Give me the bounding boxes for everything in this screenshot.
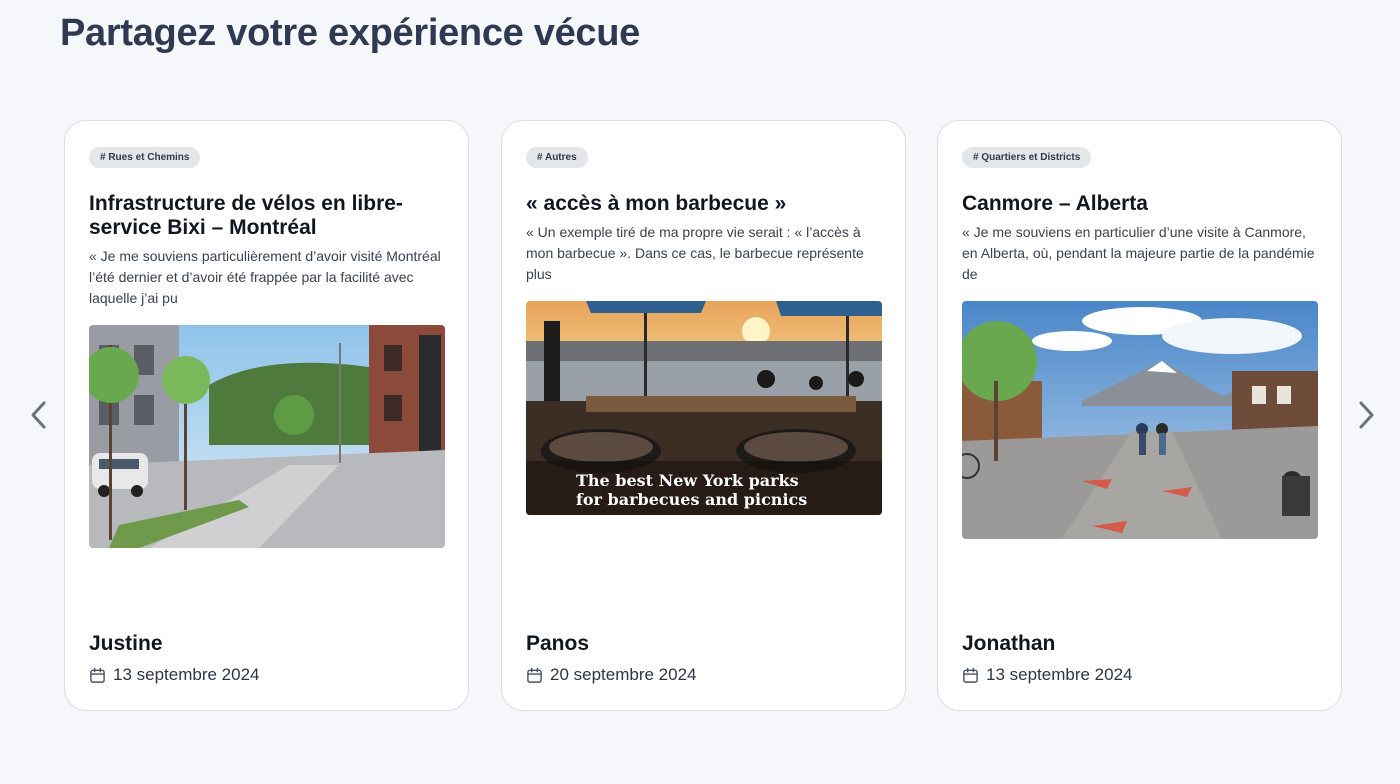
image-caption: The best New York parks for barbecues an… [576,471,808,509]
author-name: Panos [526,632,590,655]
story-carousel: # Rues et Chemins Infrastructure de vélo… [64,120,1343,711]
date-row: 20 septembre 2024 [526,665,697,685]
page-title: Partagez votre expérience vécue [60,12,641,54]
mountain-street-photo [962,301,1318,539]
date-row: 13 septembre 2024 [89,665,260,685]
post-date: 20 septembre 2024 [550,665,697,684]
story-title[interactable]: « accès à mon barbecue » [526,192,882,216]
story-image[interactable] [962,301,1318,539]
author-name: Jonathan [962,632,1056,655]
story-card[interactable]: # Quartiers et Districts Canmore – Alber… [937,120,1342,711]
post-date: 13 septembre 2024 [113,665,260,684]
category-tag[interactable]: # Rues et Chemins [89,147,201,168]
carousel-prev-button[interactable] [27,398,51,432]
story-excerpt: « Un exemple tiré de ma propre vie serai… [526,224,864,282]
story-card[interactable]: # Autres « accès à mon barbecue » « Un e… [501,120,906,711]
category-tag[interactable]: # Quartiers et Districts [962,147,1092,168]
calendar-icon [963,667,978,683]
category-tag[interactable]: # Autres [526,147,588,168]
story-image[interactable] [89,325,445,548]
page: Partagez votre expérience vécue # Rues e… [0,0,1400,784]
story-title[interactable]: Infrastructure de vélos en libre-service… [89,192,445,240]
calendar-icon [527,667,542,683]
street-photo [89,325,445,548]
post-date: 13 septembre 2024 [986,665,1133,684]
date-row: 13 septembre 2024 [962,665,1133,685]
calendar-icon [90,667,105,683]
chevron-left-icon [31,401,46,429]
chevron-right-icon [1359,401,1374,429]
carousel-next-button[interactable] [1354,398,1378,432]
author-name: Justine [89,632,163,655]
story-card[interactable]: # Rues et Chemins Infrastructure de vélo… [64,120,469,711]
story-image[interactable]: The best New York parks for barbecues an… [526,301,882,515]
story-title[interactable]: Canmore – Alberta [962,192,1318,216]
story-excerpt: « Je me souviens en particulier d’une vi… [962,224,1315,282]
story-excerpt: « Je me souviens particulièrement d’avoi… [89,248,441,306]
